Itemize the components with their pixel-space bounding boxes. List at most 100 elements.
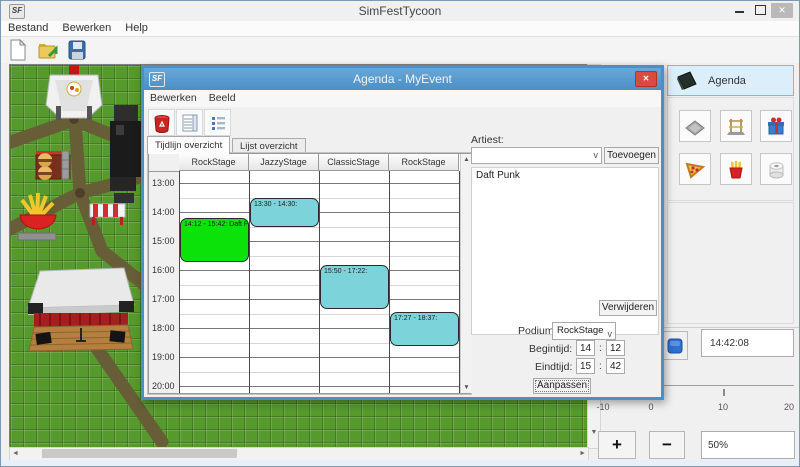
- timeline-grid: 13:0014:0015:0016:0017:0018:0019:0020:00…: [148, 153, 471, 394]
- fries-icon: [725, 158, 747, 180]
- stage-column-header: RockStage: [179, 154, 249, 171]
- pizza-icon: [684, 158, 706, 180]
- agenda-button[interactable]: Agenda: [667, 65, 794, 96]
- start-minute-field[interactable]: 12: [606, 340, 625, 356]
- agenda-book-icon: [676, 71, 698, 91]
- trash-icon: [152, 113, 172, 133]
- artist-combo[interactable]: v: [471, 147, 602, 164]
- zoom-level-field[interactable]: 50%: [701, 431, 795, 459]
- timeline-event[interactable]: 14:12 - 15:42: Daft P: [180, 218, 249, 262]
- info-panel: [667, 202, 794, 324]
- stage-item-button[interactable]: [720, 110, 752, 142]
- dialog-menu-beeld[interactable]: Beeld: [203, 90, 242, 106]
- podium-combo[interactable]: RockStage v: [552, 322, 616, 340]
- burger-stand[interactable]: [36, 151, 70, 180]
- close-button[interactable]: ✕: [771, 3, 793, 18]
- apply-button[interactable]: Aanpassen: [533, 378, 591, 394]
- dialog-toolbar: [144, 107, 661, 137]
- delete-event-button[interactable]: [148, 109, 175, 136]
- stage-column-headers: RockStageJazzyStageClassicStageRockStage: [179, 154, 460, 171]
- stage-icon: [725, 115, 747, 137]
- time-separator: :: [599, 343, 602, 354]
- open-folder-icon: [36, 38, 60, 62]
- fries-item-button[interactable]: [720, 153, 752, 185]
- main-stage[interactable]: [28, 268, 134, 351]
- list-view-button[interactable]: [204, 109, 231, 136]
- entrance-tent[interactable]: [46, 75, 102, 120]
- game-clock: 14:42:08: [701, 329, 794, 357]
- time-separator: :: [599, 361, 602, 372]
- dialog-menu-bewerken[interactable]: Bewerken: [144, 90, 203, 106]
- timeline-view-button[interactable]: [176, 109, 203, 136]
- toilet-paper-icon: [765, 158, 787, 180]
- gift-item-button[interactable]: [760, 110, 792, 142]
- menu-bestand[interactable]: Bestand: [1, 21, 55, 35]
- add-artist-button[interactable]: Toevoegen: [604, 147, 659, 164]
- tab-timeline-overview[interactable]: Tijdlijn overzicht: [147, 136, 230, 154]
- hour-label: 13:00: [152, 178, 175, 188]
- scroll-right-icon[interactable]: ►: [579, 450, 586, 457]
- column-gridline: [179, 171, 180, 393]
- scaffold-stage[interactable]: [110, 105, 142, 203]
- artist-list-item[interactable]: Daft Punk: [472, 168, 658, 183]
- dialog-title: Agenda - MyEvent: [144, 72, 661, 86]
- end-time-label: Eindtijd:: [535, 361, 572, 373]
- dialog-titlebar[interactable]: SF Agenda - MyEvent ✕: [144, 68, 661, 90]
- slider-tick-label: 0: [648, 402, 653, 412]
- hour-label: 17:00: [152, 294, 175, 304]
- open-file-button[interactable]: [36, 38, 60, 62]
- stage-column-header: RockStage: [389, 154, 459, 171]
- column-gridline: [389, 171, 390, 393]
- time-gutter: 13:0014:0015:0016:0017:0018:0019:0020:00: [149, 154, 179, 393]
- timeline-rows[interactable]: 14:12 - 15:42: Daft P13:30 - 14:30: 15:50…: [179, 171, 460, 393]
- scroll-down-icon[interactable]: ▼: [461, 384, 472, 391]
- stage-column-header: JazzyStage: [249, 154, 319, 171]
- pizza-item-button[interactable]: [679, 153, 711, 185]
- save-button[interactable]: [65, 38, 89, 62]
- speed-button[interactable]: [662, 331, 688, 360]
- zoom-out-button[interactable]: −: [649, 431, 685, 459]
- timeline-event[interactable]: 15:50 - 17:22:: [320, 265, 389, 309]
- scroll-left-icon[interactable]: ◄: [12, 450, 19, 457]
- main-toolbar: [1, 37, 799, 63]
- start-time-label: Begintijd:: [529, 343, 572, 355]
- window-bottom-edge: [1, 460, 799, 467]
- new-file-button[interactable]: [6, 38, 30, 62]
- timeline-view-icon: [180, 113, 200, 133]
- timeline-event[interactable]: 13:30 - 14:30:: [250, 198, 319, 227]
- agenda-button-label: Agenda: [708, 75, 746, 87]
- window-titlebar: SF SimFestTycoon ✕: [1, 1, 799, 21]
- speed-icon: [667, 338, 683, 354]
- app-window: SF SimFestTycoon ✕ BestandBewerkenHelp: [0, 0, 800, 467]
- fries-stand[interactable]: [18, 193, 56, 240]
- hour-label: 15:00: [152, 236, 175, 246]
- remove-artist-button[interactable]: Verwijderen: [599, 300, 657, 316]
- map-horizontal-scrollbar[interactable]: ◄ ►: [9, 447, 589, 461]
- maximize-button[interactable]: [755, 5, 766, 15]
- agenda-dialog: SF Agenda - MyEvent ✕ BewerkenBeeld Tijd…: [141, 65, 664, 400]
- new-file-icon: [6, 38, 30, 62]
- start-hour-field[interactable]: 14: [576, 340, 595, 356]
- road-item-button[interactable]: [679, 110, 711, 142]
- dialog-close-button[interactable]: ✕: [635, 71, 657, 87]
- slider-tick-label: 20: [784, 402, 794, 412]
- podium-label: Podium:: [518, 325, 557, 337]
- end-minute-field[interactable]: 42: [606, 358, 625, 374]
- scrollbar-thumb[interactable]: [42, 449, 237, 458]
- slider-tick-label: -10: [596, 402, 609, 412]
- hour-label: 16:00: [152, 265, 175, 275]
- zoom-in-button[interactable]: +: [598, 431, 636, 459]
- podium-combo-value: RockStage: [557, 325, 603, 336]
- hour-label: 20:00: [152, 381, 175, 391]
- slider-thumb[interactable]: [723, 389, 725, 396]
- hour-label: 18:00: [152, 323, 175, 333]
- menu-help[interactable]: Help: [118, 21, 155, 35]
- minimize-button[interactable]: [735, 11, 744, 13]
- timeline-event[interactable]: 17:27 - 18:37:: [390, 312, 459, 346]
- hour-label: 14:00: [152, 207, 175, 217]
- toilet-paper-item-button[interactable]: [760, 153, 792, 185]
- save-icon: [65, 38, 89, 62]
- road-icon: [684, 115, 706, 137]
- menu-bewerken[interactable]: Bewerken: [55, 21, 118, 35]
- end-hour-field[interactable]: 15: [576, 358, 595, 374]
